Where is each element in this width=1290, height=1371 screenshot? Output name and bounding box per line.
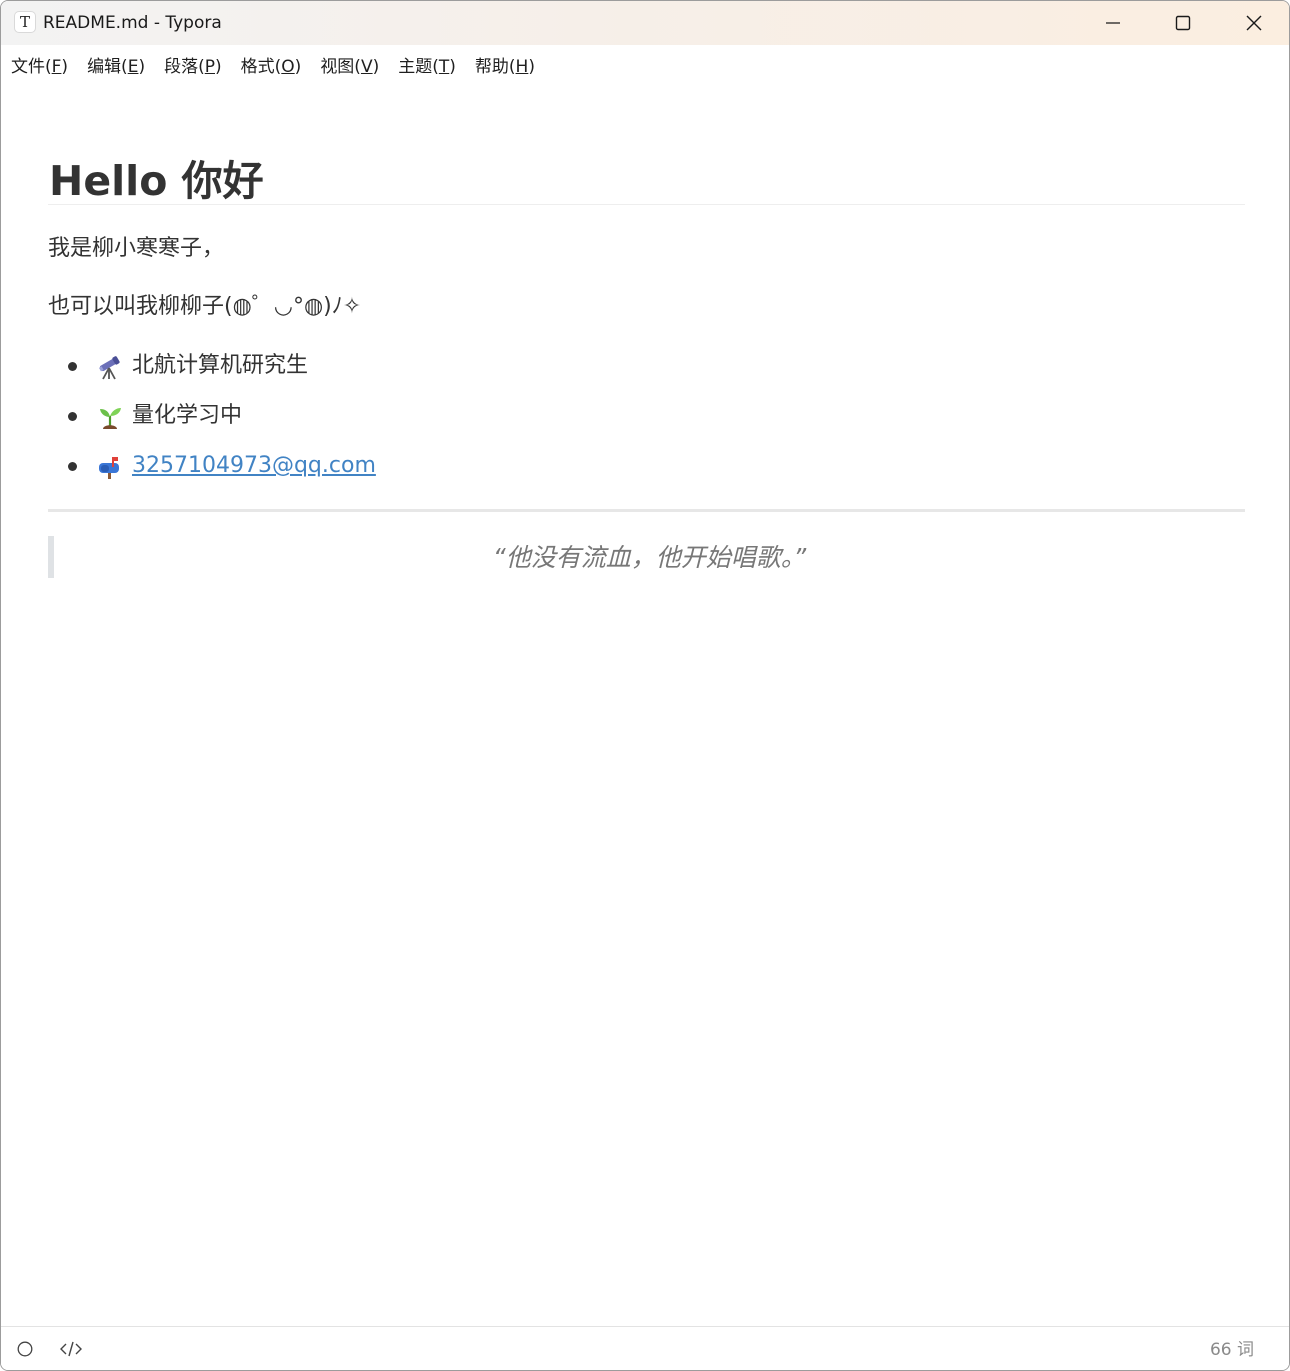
close-button[interactable] [1219, 1, 1289, 45]
maximize-icon [1175, 15, 1191, 31]
email-link[interactable]: 3257104973@qq.com [132, 447, 376, 485]
typora-app-icon: T [15, 12, 35, 32]
source-code-icon[interactable] [59, 1340, 83, 1358]
menu-theme[interactable]: 主题(T) [398, 56, 456, 78]
bullet-dot [68, 462, 77, 471]
status-bar: 66 词 [1, 1326, 1289, 1370]
menu-edit[interactable]: 编辑(E) [87, 56, 145, 78]
mailbox-icon [99, 457, 119, 479]
menu-bar: 文件(F) 编辑(E) 段落(P) 格式(O) 视图(V) 主题(T) 帮助(H… [1, 45, 1289, 89]
blockquote-text[interactable]: “他没有流血，他开始唱歌。” [54, 541, 1245, 575]
window-title: README.md - Typora [43, 13, 222, 33]
minimize-icon [1106, 22, 1120, 24]
title-bar[interactable]: T README.md - Typora [1, 1, 1289, 45]
list-item-text: 北航计算机研究生 [132, 353, 309, 378]
menu-view[interactable]: 视图(V) [320, 56, 379, 78]
heading-underline [48, 204, 1245, 205]
paragraph-nickname[interactable]: 也可以叫我柳柳子(◍゜◡°◍)ﾉ✧ [48, 292, 361, 322]
minimize-button[interactable] [1078, 1, 1148, 45]
horizontal-rule [48, 509, 1245, 512]
telescope-icon [98, 356, 120, 380]
typora-window: T README.md - Typora 文件(F) 编辑(E) 段落(P) 格… [0, 0, 1290, 1371]
menu-paragraph[interactable]: 段落(P) [164, 56, 222, 78]
bullet-dot [68, 412, 77, 421]
bullet-dot [68, 362, 77, 371]
outline-toggle-icon[interactable] [17, 1341, 33, 1357]
paragraph-intro[interactable]: 我是柳小寒寒子， [48, 234, 224, 264]
list-item-text: 量化学习中 [132, 403, 243, 428]
maximize-button[interactable] [1148, 1, 1218, 45]
document-heading[interactable]: Hello 你好 [49, 157, 264, 205]
menu-file[interactable]: 文件(F) [11, 56, 68, 78]
word-count[interactable]: 66 词 [1210, 1339, 1254, 1361]
close-icon [1246, 15, 1262, 31]
menu-format[interactable]: 格式(O) [241, 56, 302, 78]
menu-help[interactable]: 帮助(H) [475, 56, 535, 78]
seedling-icon [100, 408, 121, 429]
